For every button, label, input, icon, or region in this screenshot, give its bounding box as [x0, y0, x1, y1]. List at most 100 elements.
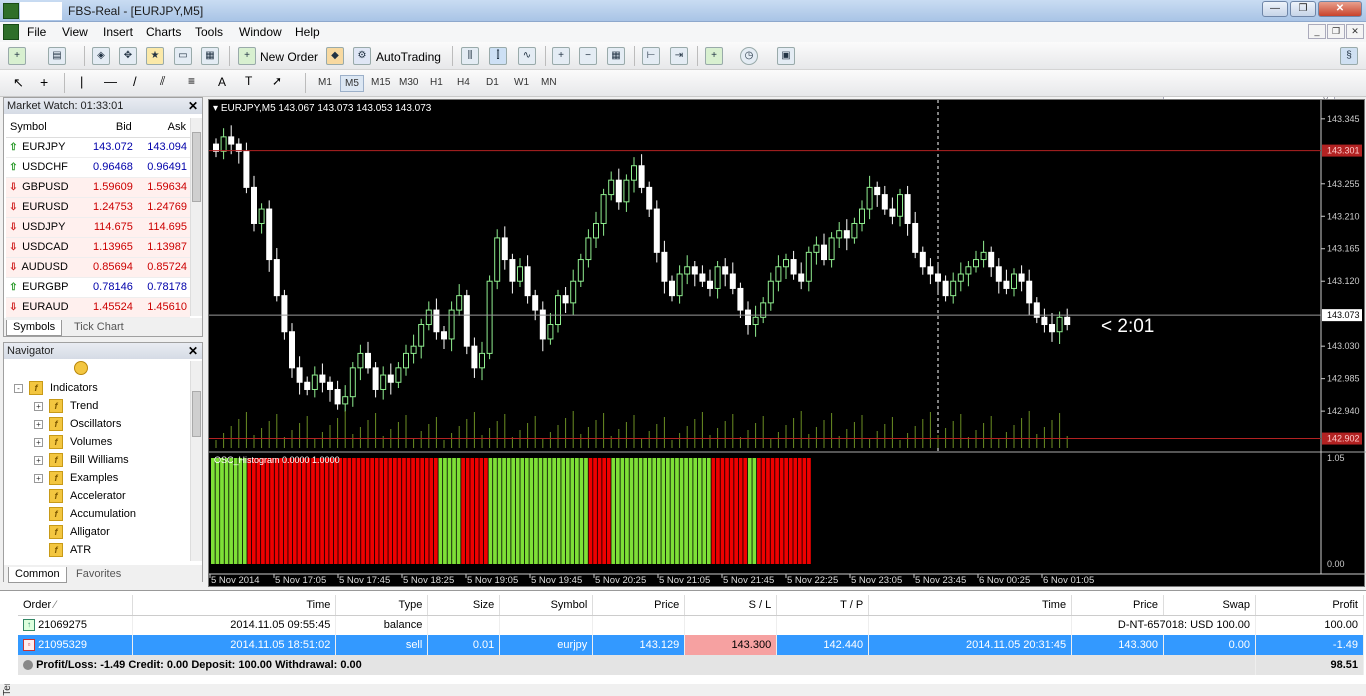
vertical-line-icon[interactable]: |: [80, 74, 83, 89]
list-item[interactable]: ⇩ AUDUSD 0.85694 0.85724: [6, 257, 190, 278]
market-watch-close-icon[interactable]: ✕: [188, 99, 198, 113]
navigator-close-icon[interactable]: ✕: [188, 344, 198, 358]
new-order-button[interactable]: New Order: [260, 50, 318, 64]
market-watch-icon[interactable]: ◈: [92, 47, 110, 65]
col-close-price[interactable]: Price: [1071, 595, 1165, 616]
tab-common[interactable]: Common: [8, 567, 67, 583]
col-swap[interactable]: Swap: [1163, 595, 1256, 616]
mdi-minimize-button[interactable]: _: [1308, 24, 1326, 39]
navigator-scrollbar[interactable]: [190, 361, 202, 561]
col-tp[interactable]: T / P: [776, 595, 870, 616]
equidistant-channel-icon[interactable]: ⫽: [160, 74, 165, 89]
list-item[interactable]: ⇩ EURUSD 1.24753 1.24769: [6, 197, 190, 218]
profiles-icon[interactable]: ▤: [48, 47, 66, 65]
bar-chart-icon[interactable]: ⫼: [461, 47, 479, 65]
mdi-close-button[interactable]: ✕: [1346, 24, 1364, 39]
close-button[interactable]: ✕: [1318, 1, 1362, 17]
col-type[interactable]: Type: [335, 595, 429, 616]
table-row[interactable]: ↑ 21069275 2014.11.05 09:55:45 balance D…: [18, 615, 1364, 635]
expand-toggle-icon[interactable]: +: [34, 473, 43, 483]
new-order-icon[interactable]: +: [238, 47, 256, 65]
menu-insert[interactable]: Insert: [103, 25, 133, 39]
metaeditor-icon[interactable]: ◆: [326, 47, 344, 65]
list-item[interactable]: ⇩ EURAUD 1.45524 1.45610: [6, 297, 190, 318]
autotrading-button[interactable]: AutoTrading: [376, 50, 441, 64]
fibonacci-icon[interactable]: ≡: [188, 74, 195, 88]
col-symbol[interactable]: Symbol: [499, 595, 594, 616]
menu-window[interactable]: Window: [239, 25, 282, 39]
menu-charts[interactable]: Charts: [146, 25, 181, 39]
text-label-icon[interactable]: T: [245, 74, 252, 88]
tile-windows-icon[interactable]: ▦: [607, 47, 625, 65]
navigator-item-bill-williams[interactable]: + f Bill Williams: [34, 451, 129, 469]
expand-toggle-icon[interactable]: +: [34, 419, 43, 429]
zoom-out-icon[interactable]: −: [579, 47, 597, 65]
navigator-item-trend[interactable]: + f Trend: [34, 397, 98, 415]
col-sl[interactable]: S / L: [684, 595, 778, 616]
autotrading-icon[interactable]: ⚙: [353, 47, 371, 65]
col-size[interactable]: Size: [427, 595, 501, 616]
expand-toggle-icon[interactable]: +: [34, 401, 43, 411]
price-chart[interactable]: 143.345 143.255 143.210 143.165 143.120 143.0…: [209, 100, 1366, 588]
menu-help[interactable]: Help: [295, 25, 320, 39]
cursor-icon[interactable]: ↖: [13, 75, 24, 91]
list-item[interactable]: ⇧ EURGBP 0.78146 0.78178: [6, 277, 190, 298]
indicators-icon[interactable]: +: [705, 47, 723, 65]
tf-h4[interactable]: H4: [453, 75, 474, 92]
community-icon[interactable]: §: [1340, 47, 1358, 65]
navigator-icon[interactable]: ★: [146, 47, 164, 65]
col-price[interactable]: Price: [592, 595, 686, 616]
tf-m1[interactable]: M1: [314, 75, 336, 92]
strategy-tester-icon[interactable]: ▦: [201, 47, 219, 65]
line-chart-icon[interactable]: ∿: [518, 47, 536, 65]
periods-icon[interactable]: ◷: [740, 47, 758, 65]
tab-favorites[interactable]: Favorites: [70, 567, 127, 583]
navigator-item-examples[interactable]: + f Examples: [34, 469, 118, 487]
horizontal-line-icon[interactable]: —: [104, 74, 117, 89]
tab-symbols[interactable]: Symbols: [6, 320, 63, 336]
data-window-icon[interactable]: ✥: [119, 47, 137, 65]
col-close-time[interactable]: Time: [868, 595, 1073, 616]
tf-m15[interactable]: M15: [367, 75, 394, 92]
menu-view[interactable]: View: [62, 25, 88, 39]
navigator-item-atr[interactable]: f ATR: [34, 541, 91, 559]
navigator-item-accelerator[interactable]: f Accelerator: [34, 487, 126, 505]
zoom-in-icon[interactable]: +: [552, 47, 570, 65]
text-icon[interactable]: A: [218, 75, 226, 89]
col-time[interactable]: Time: [132, 595, 337, 616]
table-row[interactable]: ▫ 21095329 2014.11.05 18:51:02 sell 0.01…: [18, 635, 1364, 655]
navigator-item-oscillators[interactable]: + f Oscillators: [34, 415, 121, 433]
candlestick-icon[interactable]: ⫿: [489, 47, 507, 65]
tf-d1[interactable]: D1: [482, 75, 503, 92]
col-bid[interactable]: Bid: [81, 118, 136, 138]
chart-shift-icon[interactable]: ⊢: [642, 47, 660, 65]
navigator-item-accumulation[interactable]: f Accumulation: [34, 505, 136, 523]
menu-file[interactable]: File: [27, 25, 46, 39]
navigator-item-alligator[interactable]: f Alligator: [34, 523, 110, 541]
maximize-button[interactable]: ❐: [1290, 1, 1316, 17]
navigator-item-indicators[interactable]: - f Indicators: [14, 379, 98, 397]
tf-h1[interactable]: H1: [426, 75, 447, 92]
col-profit[interactable]: Profit: [1255, 595, 1364, 616]
expand-toggle-icon[interactable]: +: [34, 437, 43, 447]
col-ask[interactable]: Ask: [135, 118, 190, 138]
expand-toggle-icon[interactable]: +: [34, 455, 43, 465]
list-item[interactable]: ⇧ EURJPY 143.072 143.094: [6, 137, 190, 158]
tf-mn[interactable]: MN: [537, 75, 561, 92]
expand-toggle-icon[interactable]: -: [14, 383, 23, 393]
tf-m5[interactable]: M5: [340, 75, 364, 92]
mdi-chart-icon[interactable]: [3, 24, 19, 40]
list-item[interactable]: ⇩ GBPUSD 1.59609 1.59634: [6, 177, 190, 198]
chart-window[interactable]: 143.345 143.255 143.210 143.165 143.120 143.0…: [208, 99, 1366, 588]
menu-tools[interactable]: Tools: [195, 25, 223, 39]
navigator-item-volumes[interactable]: + f Volumes: [34, 433, 112, 451]
arrows-icon[interactable]: ➚: [272, 74, 282, 88]
col-symbol[interactable]: Symbol: [6, 118, 82, 138]
list-item[interactable]: ⇩ USDCAD 1.13965 1.13987: [6, 237, 190, 258]
crosshair-icon[interactable]: +: [40, 74, 48, 90]
tab-tick-chart[interactable]: Tick Chart: [68, 320, 130, 336]
market-watch-scrollbar[interactable]: [190, 118, 202, 316]
templates-icon[interactable]: ▣: [777, 47, 795, 65]
tf-m30[interactable]: M30: [395, 75, 422, 92]
tf-w1[interactable]: W1: [510, 75, 533, 92]
